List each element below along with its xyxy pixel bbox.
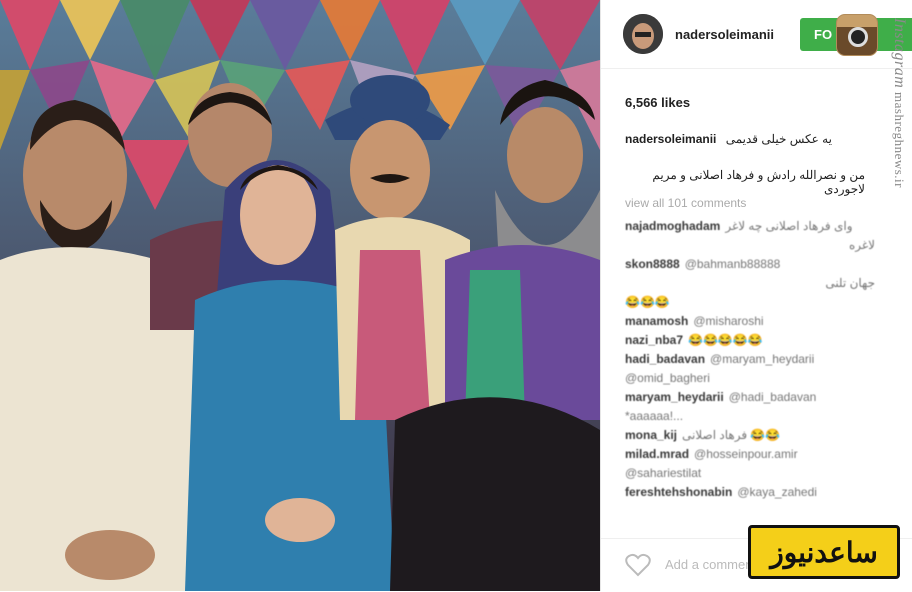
comment: manamosh @misharoshi [625,314,764,328]
comment: maryam_heydarii @hadi_badavan [625,390,817,404]
heart-icon[interactable] [625,553,651,577]
comment: @omid_bagheri [625,371,710,385]
comment: لاغره [848,238,875,252]
watermark-brand: Instagram [891,18,908,89]
comment: @sahariestilat [625,466,702,480]
comment: hadi_badavan @maryam_heydarii [625,352,815,366]
comment: najadmoghadam وای فرهاد اصلانی چه لاغر [625,219,853,233]
comments-list: najadmoghadam وای فرهاد اصلانی چه لاغر لا… [625,218,875,503]
comment: *aaaaaa!... [625,409,684,423]
caption-text: یه عکس خیلی قدیمی [725,132,832,146]
photo-illustration [0,0,600,591]
caption-username[interactable]: nadersoleimanii [625,132,716,146]
caption-text-line2: من و نصرالله رادش و فرهاد اصلانی و مریم … [652,168,865,196]
caption: nadersoleimanii یه عکس خیلی قدیمی [625,132,865,146]
avatar-image [623,14,663,54]
post-username[interactable]: nadersoleimanii [675,27,774,42]
likes-count[interactable]: 6,566 likes [625,95,690,110]
comment: skon8888 @bahmanb88888 [625,257,781,271]
view-all-comments-link[interactable]: view all 101 comments [625,196,746,210]
comment: 😂😂😂 [625,295,670,309]
comment: جهان تلنی [825,276,875,290]
post-photo [0,0,600,591]
comment: milad.mrad @hosseinpour.amir [625,447,798,461]
avatar[interactable] [623,14,663,54]
post-header: nadersoleimanii FO [601,0,912,69]
watermark-site: mashreghnews.ir [892,92,907,188]
site-badge: ساعدنیوز [748,525,900,579]
post-sidebar: nadersoleimanii FO Instagram mashreghnew… [600,0,912,591]
comment: fereshtehshonabin @kaya_zahedi [625,485,817,499]
instagram-logo-icon [836,14,878,56]
comment: mona_kij فرهاد اصلانی 😂😂 [625,428,781,442]
comment: nazi_nba7 😂😂😂😂😂 [625,333,763,347]
watermark: Instagram mashreghnews.ir [890,18,908,188]
